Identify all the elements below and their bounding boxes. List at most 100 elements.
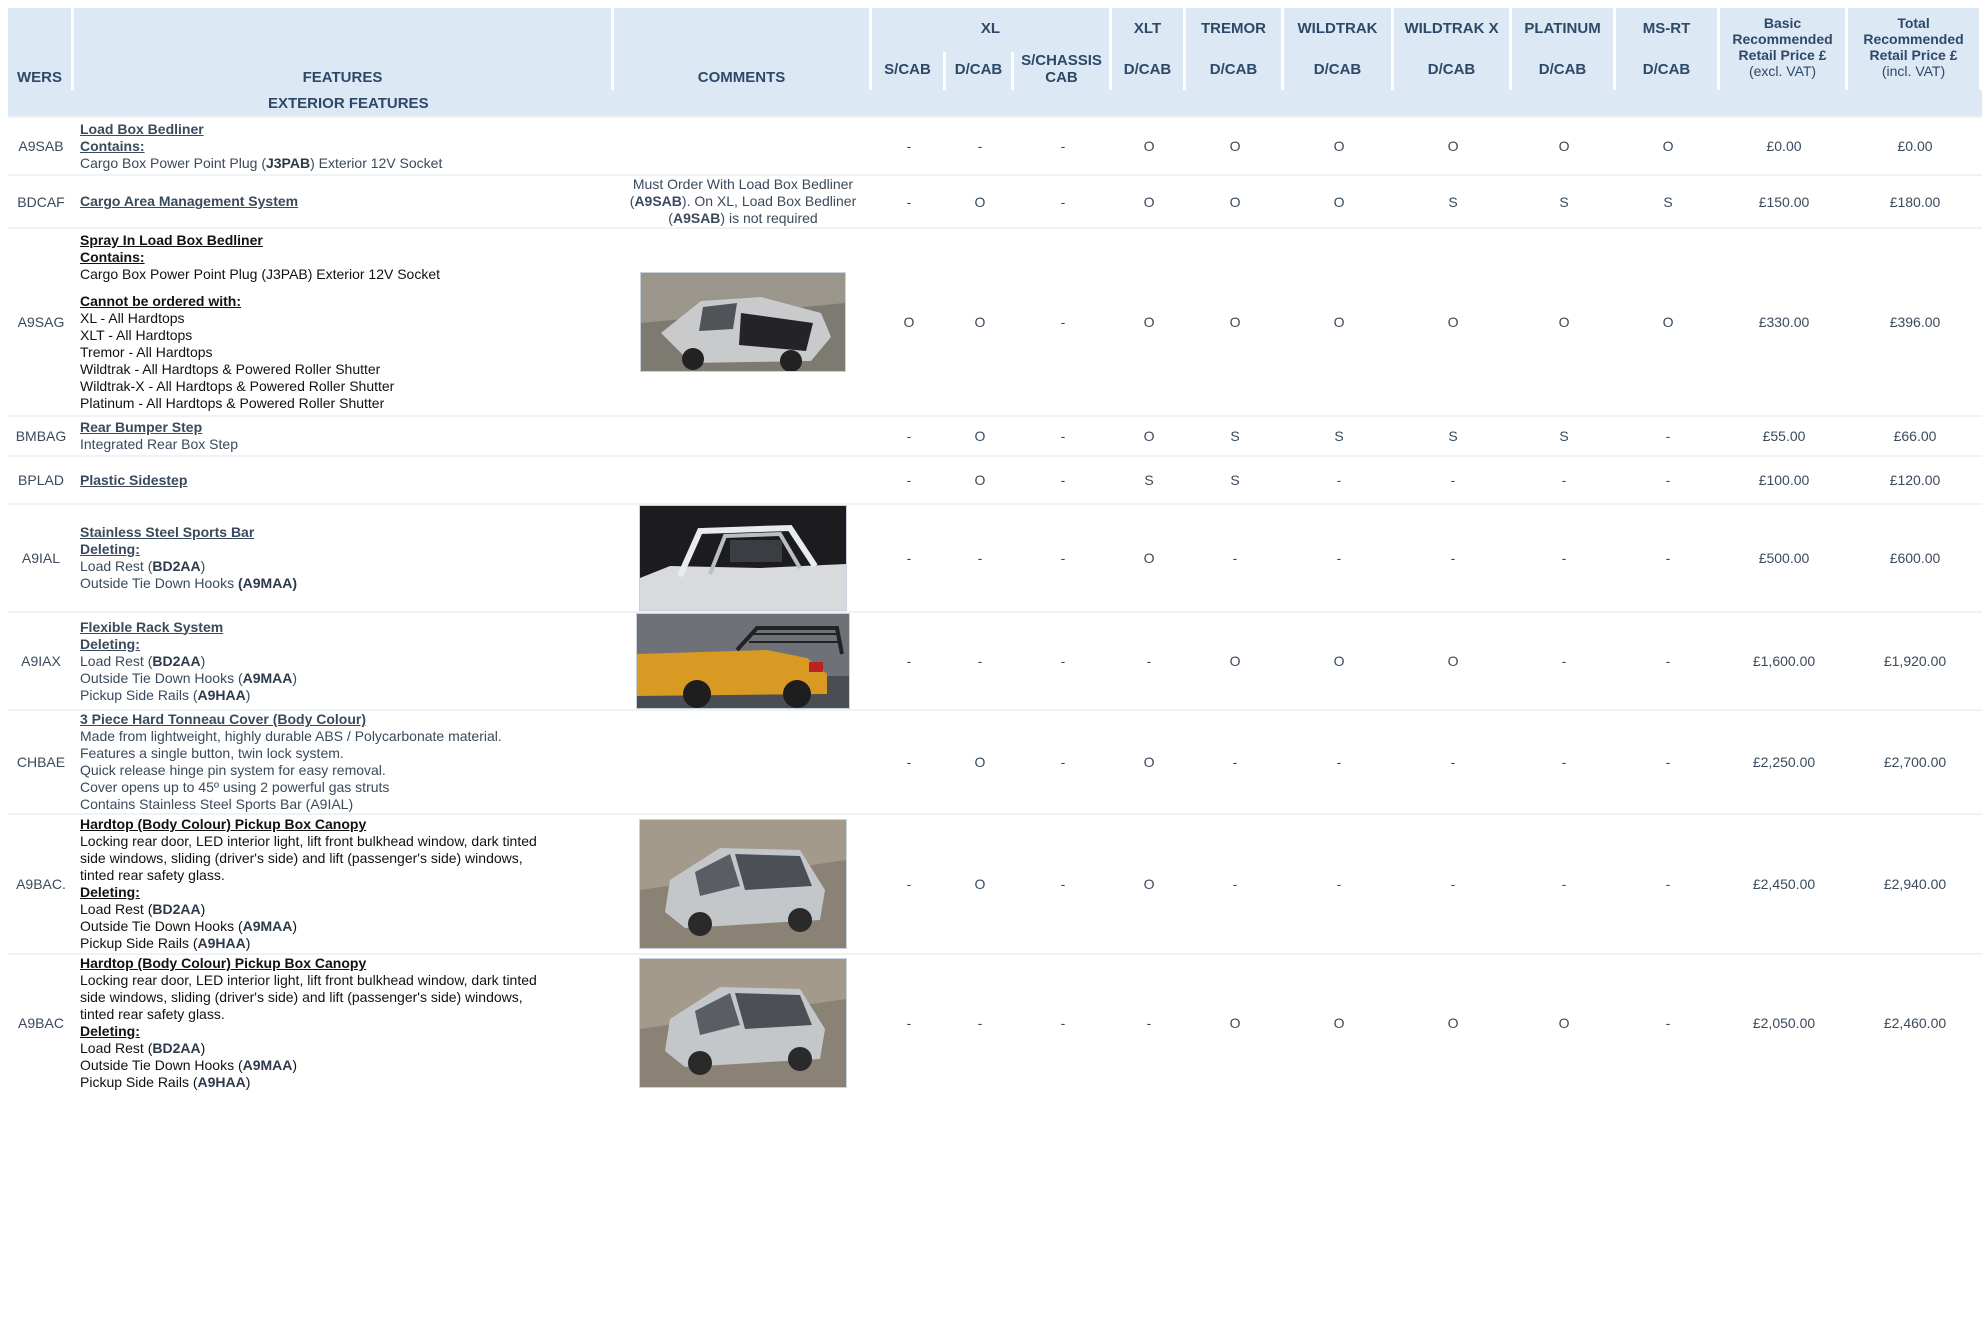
availability-xl-scab: - <box>872 415 946 455</box>
feature-subheading: Contains: <box>80 137 145 154</box>
detail-text: ) <box>292 669 298 686</box>
detail-text: Load Rest ( <box>80 901 153 917</box>
option-code: A9SAB <box>634 193 682 209</box>
feature-detail-line: Wildtrak - All Hardtops & Powered Roller… <box>80 361 614 378</box>
availability-tremor-dcab: - <box>1186 503 1285 611</box>
feature-detail-line: side windows, sliding (driver's side) an… <box>80 850 614 867</box>
feature-detail-line: Pickup Side Rails (A9HAA) <box>80 1074 614 1091</box>
wers-code: CHBAE <box>8 709 74 813</box>
detail-text: Integrated Rear Box Step <box>80 436 238 452</box>
availability-xl-scab: - <box>872 813 946 953</box>
detail-text: Load Rest ( <box>80 1040 153 1056</box>
detail-text: ) Exterior 12V Socket <box>310 154 443 171</box>
col-group-tremor: TREMOR <box>1186 8 1285 52</box>
basic-price: £500.00 <box>1720 503 1849 611</box>
detail-text: ) <box>245 1074 251 1090</box>
feature-detail-line: Tremor - All Hardtops <box>80 344 614 361</box>
availability-xl-schassis: - <box>1014 415 1113 455</box>
total-price: £2,700.00 <box>1848 709 1983 813</box>
availability-tremor-dcab: S <box>1186 455 1285 503</box>
col-sub-wildtrak-x-dcab: D/CAB <box>1394 52 1513 90</box>
detail-text: XL - All Hardtops <box>80 310 185 326</box>
table-row: CHBAE 3 Piece Hard Tonneau Cover (Body C… <box>8 709 1983 813</box>
table-row: A9BAC Hardtop (Body Colour) Pickup Box C… <box>8 953 1983 1091</box>
availability-xlt-dcab: O <box>1112 174 1187 227</box>
availability-xlt-dcab: O <box>1112 415 1187 455</box>
feature-subheading: Deleting: <box>80 1023 140 1039</box>
availability-xl-dcab: O <box>946 709 1014 813</box>
col-sub-xl-scab: S/CAB <box>872 52 946 90</box>
col-group-ms-rt: MS-RT <box>1616 8 1721 52</box>
availability-wildtrak-dcab: O <box>1284 174 1395 227</box>
availability-tremor-dcab: O <box>1186 611 1285 709</box>
basic-price: £1,600.00 <box>1720 611 1849 709</box>
col-group-xl: XL <box>872 8 1113 52</box>
feature-title: 3 Piece Hard Tonneau Cover (Body Colour) <box>80 711 367 727</box>
availability-xl-dcab: O <box>946 174 1014 227</box>
option-code: BD2AA <box>152 1040 201 1056</box>
availability-xlt-dcab: O <box>1112 813 1187 953</box>
feature-detail-line: tinted rear safety glass. <box>80 1006 614 1023</box>
availability-xl-schassis: - <box>1014 227 1113 415</box>
availability-wildtrak-x-dcab: S <box>1394 415 1513 455</box>
option-code: A9HAA <box>197 686 246 703</box>
comment-cell <box>614 455 872 503</box>
availability-ms-rt-dcab: - <box>1616 415 1721 455</box>
sports-bar-photo <box>640 506 846 610</box>
col-header-comments: COMMENTS <box>614 8 872 90</box>
availability-wildtrak-x-dcab: S <box>1394 174 1513 227</box>
col-header-total-price: Total Recommended Retail Price £ (incl. … <box>1848 8 1983 90</box>
wers-code: BDCAF <box>8 174 74 227</box>
availability-xl-scab: O <box>872 227 946 415</box>
bedliner-photo <box>641 273 845 371</box>
col-sub-platinum-dcab: D/CAB <box>1512 52 1617 90</box>
availability-wildtrak-x-dcab: - <box>1394 503 1513 611</box>
col-group-wildtrak: WILDTRAK <box>1284 8 1395 52</box>
basic-price-l3: Retail Price £ <box>1738 47 1827 63</box>
feature-image <box>636 613 850 709</box>
comment-line: (A9SAB) is not required <box>614 210 872 227</box>
feature-title: Load Box Bedliner <box>80 120 204 137</box>
detail-text: ) <box>245 935 251 951</box>
availability-xl-schassis: - <box>1014 611 1113 709</box>
detail-text: side windows, sliding (driver's side) an… <box>80 850 523 866</box>
detail-text: Load Rest ( <box>80 558 153 574</box>
detail-text: Outside Tie Down Hooks ( <box>80 918 243 934</box>
availability-platinum-dcab: - <box>1512 813 1617 953</box>
canopy-photo <box>640 959 846 1087</box>
availability-ms-rt-dcab: - <box>1616 813 1721 953</box>
total-price: £1,920.00 <box>1848 611 1983 709</box>
comment-text: Must Order With Load Box Bedliner <box>632 176 854 192</box>
wers-code: A9IAL <box>8 503 74 611</box>
option-code: A9SAB <box>672 210 721 226</box>
detail-text: Outside Tie Down Hooks ( <box>80 669 243 686</box>
availability-xl-scab: - <box>872 953 946 1091</box>
detail-text: tinted rear safety glass. <box>80 867 225 883</box>
detail-text: tinted rear safety glass. <box>80 1006 225 1022</box>
basic-price: £2,250.00 <box>1720 709 1849 813</box>
comment-cell <box>614 813 872 953</box>
availability-ms-rt-dcab: S <box>1616 174 1721 227</box>
comment-cell <box>614 611 872 709</box>
feature-cell: Stainless Steel Sports Bar Deleting: Load … <box>74 503 614 611</box>
col-sub-ms-rt-dcab: D/CAB <box>1616 52 1721 90</box>
availability-platinum-dcab: - <box>1512 611 1617 709</box>
availability-platinum-dcab: O <box>1512 227 1617 415</box>
basic-price: £2,450.00 <box>1720 813 1849 953</box>
wers-code: A9SAB <box>8 116 74 174</box>
total-price: £120.00 <box>1848 455 1983 503</box>
feature-detail-line: Pickup Side Rails (A9HAA) <box>80 935 614 952</box>
table-body: A9SAB Load Box Bedliner Contains: Cargo Bo… <box>8 116 1983 1091</box>
detail-text: Outside Tie Down Hooks <box>80 575 238 591</box>
availability-xl-scab: - <box>872 174 946 227</box>
feature-detail-line: Quick release hinge pin system for easy … <box>80 762 614 779</box>
availability-wildtrak-x-dcab: O <box>1394 611 1513 709</box>
availability-wildtrak-dcab: O <box>1284 611 1395 709</box>
detail-text: Quick release hinge pin system for easy … <box>80 762 386 778</box>
availability-xl-schassis: - <box>1014 709 1113 813</box>
comment-text: ) is not required <box>720 210 818 226</box>
availability-ms-rt-dcab: - <box>1616 455 1721 503</box>
basic-price-l4: (excl. VAT) <box>1748 63 1817 79</box>
basic-price: £150.00 <box>1720 174 1849 227</box>
detail-text: ) <box>292 1057 298 1073</box>
